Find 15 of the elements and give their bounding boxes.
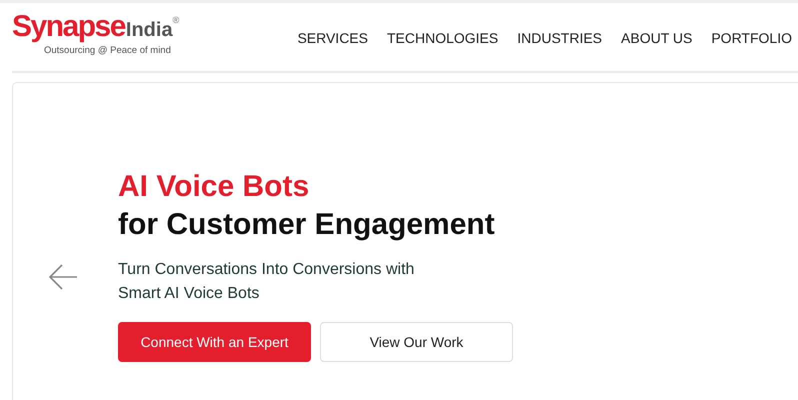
nav-link[interactable]: PORTFOLIO [711, 30, 792, 46]
registered-mark: ® [172, 15, 180, 25]
hero-title: for Customer Engagement [118, 207, 496, 243]
logo-tagline: Outsourcing @ Peace of mind [44, 45, 172, 56]
nav-link[interactable]: SERVICES [297, 30, 368, 46]
cta-button[interactable]: Connect With an Expert [118, 322, 311, 362]
cta-button[interactable]: View Our Work [320, 322, 513, 362]
nav-link[interactable]: ABOUT US [621, 30, 692, 46]
hero-title-highlight: AI Voice Bots [118, 169, 310, 205]
logo-wordmark[interactable]: Synapse [12, 11, 125, 43]
arrow-left-icon[interactable] [48, 263, 78, 291]
nav-link[interactable]: INDUSTRIES [517, 30, 602, 46]
hero-subtitle: Turn Conversations Into Conversions with Smart AI Voice Bots [118, 260, 416, 304]
nav-link[interactable]: TECHNOLOGIES [386, 30, 498, 46]
logo-wordmark-suffix[interactable]: India [126, 19, 173, 42]
